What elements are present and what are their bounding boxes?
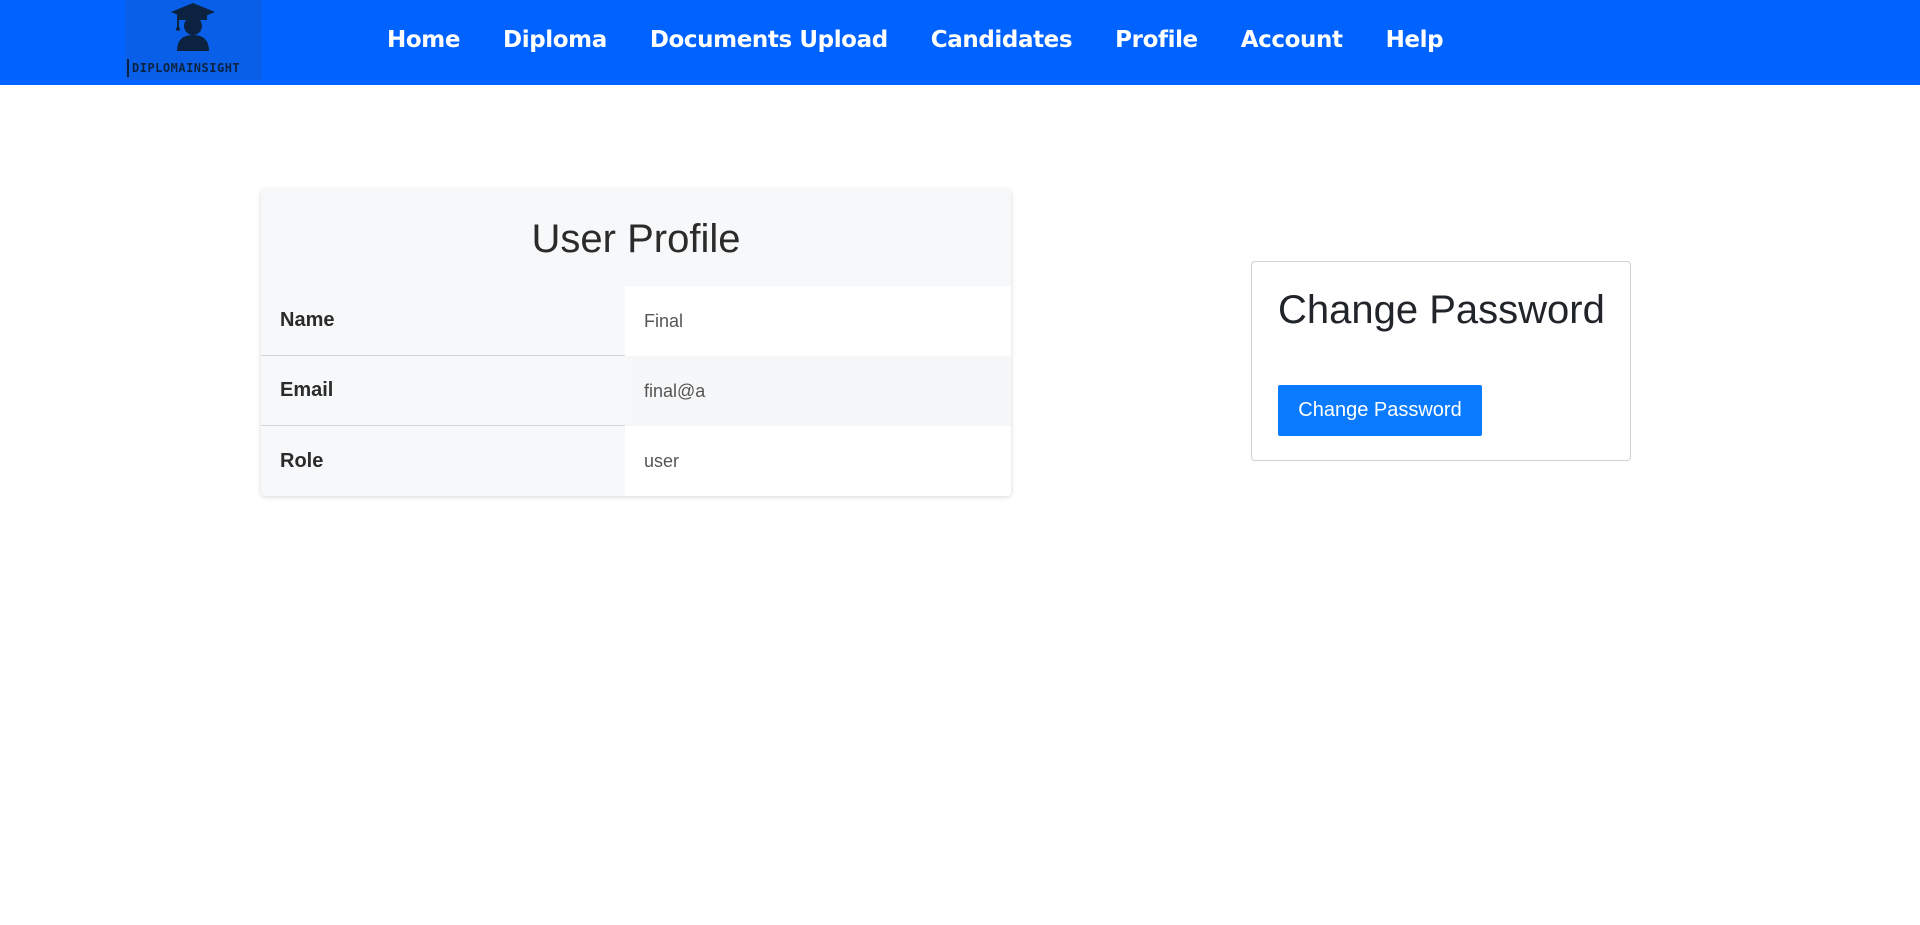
profile-title: User Profile [531, 217, 741, 261]
top-navbar: DIPLOMAINSIGHT Home Diploma Documents Up… [0, 0, 1920, 85]
user-profile-card: User Profile Name Final Email final@a Ro… [261, 189, 1011, 496]
nav-candidates[interactable]: Candidates [931, 27, 1073, 53]
profile-value-email: final@a [625, 356, 1011, 426]
profile-label-email: Email [261, 356, 625, 426]
graduate-icon [171, 3, 215, 51]
profile-row-role: Role user [261, 426, 1011, 496]
profile-label-role: Role [280, 449, 324, 472]
nav-profile[interactable]: Profile [1115, 27, 1198, 53]
nav-account[interactable]: Account [1241, 27, 1343, 53]
change-password-button[interactable]: Change Password [1278, 385, 1482, 436]
change-password-title: Change Password [1278, 288, 1605, 332]
nav-help[interactable]: Help [1386, 27, 1444, 53]
brand-logo[interactable]: DIPLOMAINSIGHT [125, 0, 262, 80]
profile-label-name: Name [261, 286, 625, 356]
change-password-card: Change Password Change Password [1251, 261, 1631, 461]
nav-diploma[interactable]: Diploma [503, 27, 607, 53]
profile-row-email: Email final@a [261, 356, 1011, 426]
nav-home[interactable]: Home [387, 27, 460, 53]
brand-name: DIPLOMAINSIGHT [127, 59, 240, 77]
nav-documents-upload[interactable]: Documents Upload [650, 27, 888, 53]
profile-value-role: user [625, 426, 1011, 496]
profile-row-name: Name Final [261, 286, 1011, 356]
profile-value-name: Final [625, 286, 1011, 356]
main-nav: Home Diploma Documents Upload Candidates… [387, 0, 1486, 80]
